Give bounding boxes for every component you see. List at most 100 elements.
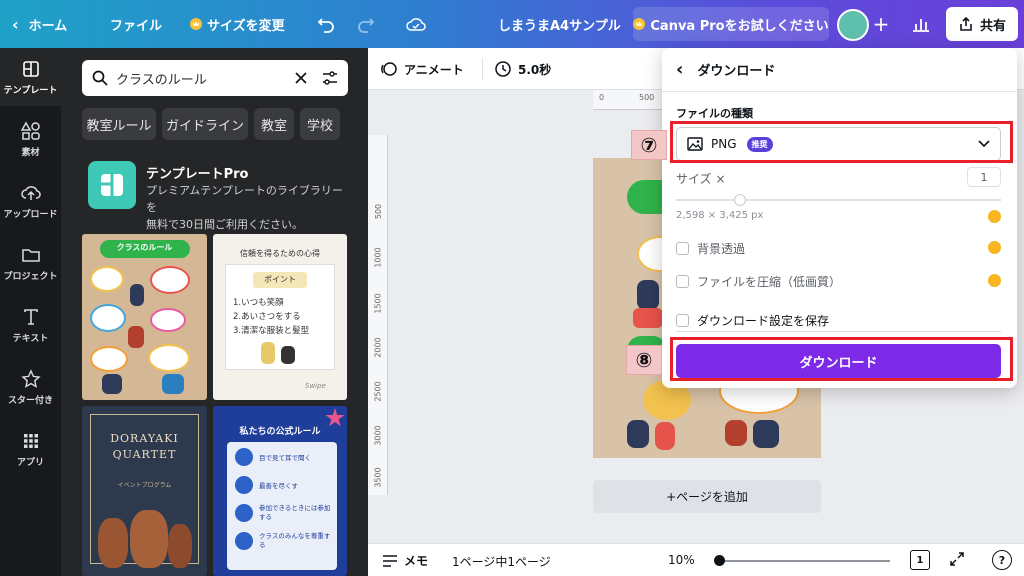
templates-panel: クラスのルール 教室ルール ガイドライン 教室 学校 テンプレートPro プレミ… [61,48,368,576]
size-input[interactable]: 1 [967,167,1001,187]
undo-button[interactable] [314,12,338,36]
redo-button[interactable] [354,12,378,36]
rail-item-elements[interactable]: 素材 [0,110,61,168]
try-pro-button[interactable]: Canva Proをお試しください [633,7,829,41]
size-slider[interactable] [676,199,1001,201]
home-button[interactable]: ‹ ホーム [12,0,67,48]
duration-button[interactable]: 5.0秒 [494,48,551,90]
ruler-tick: 500 [639,93,655,102]
clock-icon [495,61,511,77]
step-8-label: ⑧ [635,348,653,372]
undo-icon [317,18,334,33]
rail-item-projects[interactable]: プロジェクト [0,234,61,292]
save-settings-checkbox[interactable] [676,314,689,327]
page-view-button[interactable]: 1 [910,550,930,570]
filter-chip[interactable]: 教室 [254,108,294,140]
thumbnail-text: DORAYAKI [110,432,179,445]
share-button[interactable]: 共有 [946,7,1018,41]
back-chevron-icon[interactable]: ‹ [676,59,683,80]
dimensions-value: 2,598 × 3,425 px [676,210,764,221]
cloud-check-icon [406,18,426,31]
ruler-tick: 3500 [373,467,383,488]
rail-item-templates[interactable]: テンプレート [0,48,61,106]
document-title[interactable]: しまうまA4サンプル [498,0,621,48]
rail-label: アプリ [16,457,44,468]
chevron-left-icon: ‹ [12,14,19,34]
compress-file-option[interactable]: ファイルを圧縮（低画質） [676,273,841,290]
highlight-file-type [670,121,1013,163]
template-thumbnail-class-rules[interactable]: クラスのルール [82,234,207,400]
template-thumbnail-trust-points[interactable]: 信頼を得るための心得 ポイント 1.いつも笑顔 2.あいさつをする 3.清潔な服… [213,234,347,400]
step-8-badge: ⑧ [626,345,662,375]
document-title-text: しまうまA4サンプル [498,18,621,34]
zoom-slider-handle[interactable] [714,555,725,566]
search-box[interactable]: クラスのルール [82,60,348,96]
thumbnail-text: イベントプログラム [117,482,172,489]
rail-label: スター付き [7,395,53,406]
save-settings-option[interactable]: ダウンロード設定を保存 [676,312,829,329]
rail-item-apps[interactable]: アプリ [0,420,61,478]
fullscreen-button[interactable] [948,550,968,570]
file-label: ファイル [110,18,163,34]
download-title: ダウンロード [697,64,776,79]
ruler-tick: 500 [374,203,384,220]
ruler-tick: 2500 [373,381,383,402]
promo-desc-line: 無料で30日間ご利用ください。 [146,218,303,231]
bar-chart-icon [913,19,929,32]
divider [676,331,1001,332]
step-7-badge: ⑦ [631,130,667,160]
transparent-background-option[interactable]: 背景透過 [676,240,745,257]
resize-label: サイズを変更 [207,18,285,34]
ruler-left: 500 1000 1500 2000 2500 3000 3500 [368,135,388,495]
rail-item-text[interactable]: テキスト [0,296,61,354]
template-thumbnail-official-rules[interactable]: 私たちの公式ルール 目で見て耳で聞く 最善を尽くす 参加できるときには参加する … [213,406,347,576]
divider [482,58,483,80]
resize-button[interactable]: サイズを変更 [190,0,285,48]
clear-search-icon[interactable] [294,71,308,85]
thumbnail-text: ポイント [264,275,296,284]
filter-chip[interactable]: 学校 [300,108,340,140]
template-icon [22,60,39,77]
pro-crown-icon [988,274,1001,287]
search-input[interactable]: クラスのルール [116,69,294,88]
pro-crown-icon [988,241,1001,254]
share-icon [960,16,972,31]
rail-item-uploads[interactable]: アップロード [0,172,61,230]
add-page-button[interactable]: +ページを追加 [593,480,821,513]
try-pro-label: Canva Proをお試しください [650,18,829,34]
cloud-save-button[interactable] [404,12,428,36]
home-label: ホーム [28,18,68,34]
transparent-background-checkbox[interactable] [676,242,689,255]
add-collaborator-button[interactable]: + [868,9,894,39]
template-thumbnail-dorayaki-quartet[interactable]: DORAYAKI QUARTET イベントプログラム [82,406,207,576]
template-pro-icon[interactable] [88,161,136,209]
file-menu-button[interactable]: ファイル [110,0,162,48]
size-slider-handle[interactable] [734,194,746,206]
animate-button[interactable]: アニメート [380,48,464,90]
zoom-level: 10% [668,553,695,567]
file-type-label: ファイルの種類 [676,107,753,120]
compress-file-checkbox[interactable] [676,275,689,288]
avatar[interactable] [837,9,869,41]
apps-icon [23,433,38,448]
ruler-tick: 1000 [373,247,383,268]
folder-icon [21,248,40,262]
ruler-tick: 3000 [373,425,383,446]
notes-button[interactable]: メモ [382,544,428,576]
promo-title[interactable]: テンプレートPro [146,163,248,182]
promo-desc-line: プレミアムテンプレートのライブラリーを [146,184,343,214]
thumbnail-text: 最善を尽くす [259,482,298,490]
filter-chip[interactable]: 教室ルール [82,108,156,140]
filter-icon[interactable] [322,70,338,86]
insights-button[interactable] [908,12,934,36]
filter-chip[interactable]: ガイドライン [162,108,248,140]
redo-icon [358,18,375,33]
zoom-slider[interactable] [716,560,890,562]
step-7-label: ⑦ [640,133,658,157]
thumbnail-text: 1.いつも笑顔 [233,298,284,308]
size-label-text: サイズ × [676,172,726,186]
help-button[interactable]: ? [992,550,1012,570]
thumbnail-text: 2.あいさつをする [233,312,301,322]
rail-item-starred[interactable]: スター付き [0,358,61,416]
share-label: 共有 [979,18,1006,34]
